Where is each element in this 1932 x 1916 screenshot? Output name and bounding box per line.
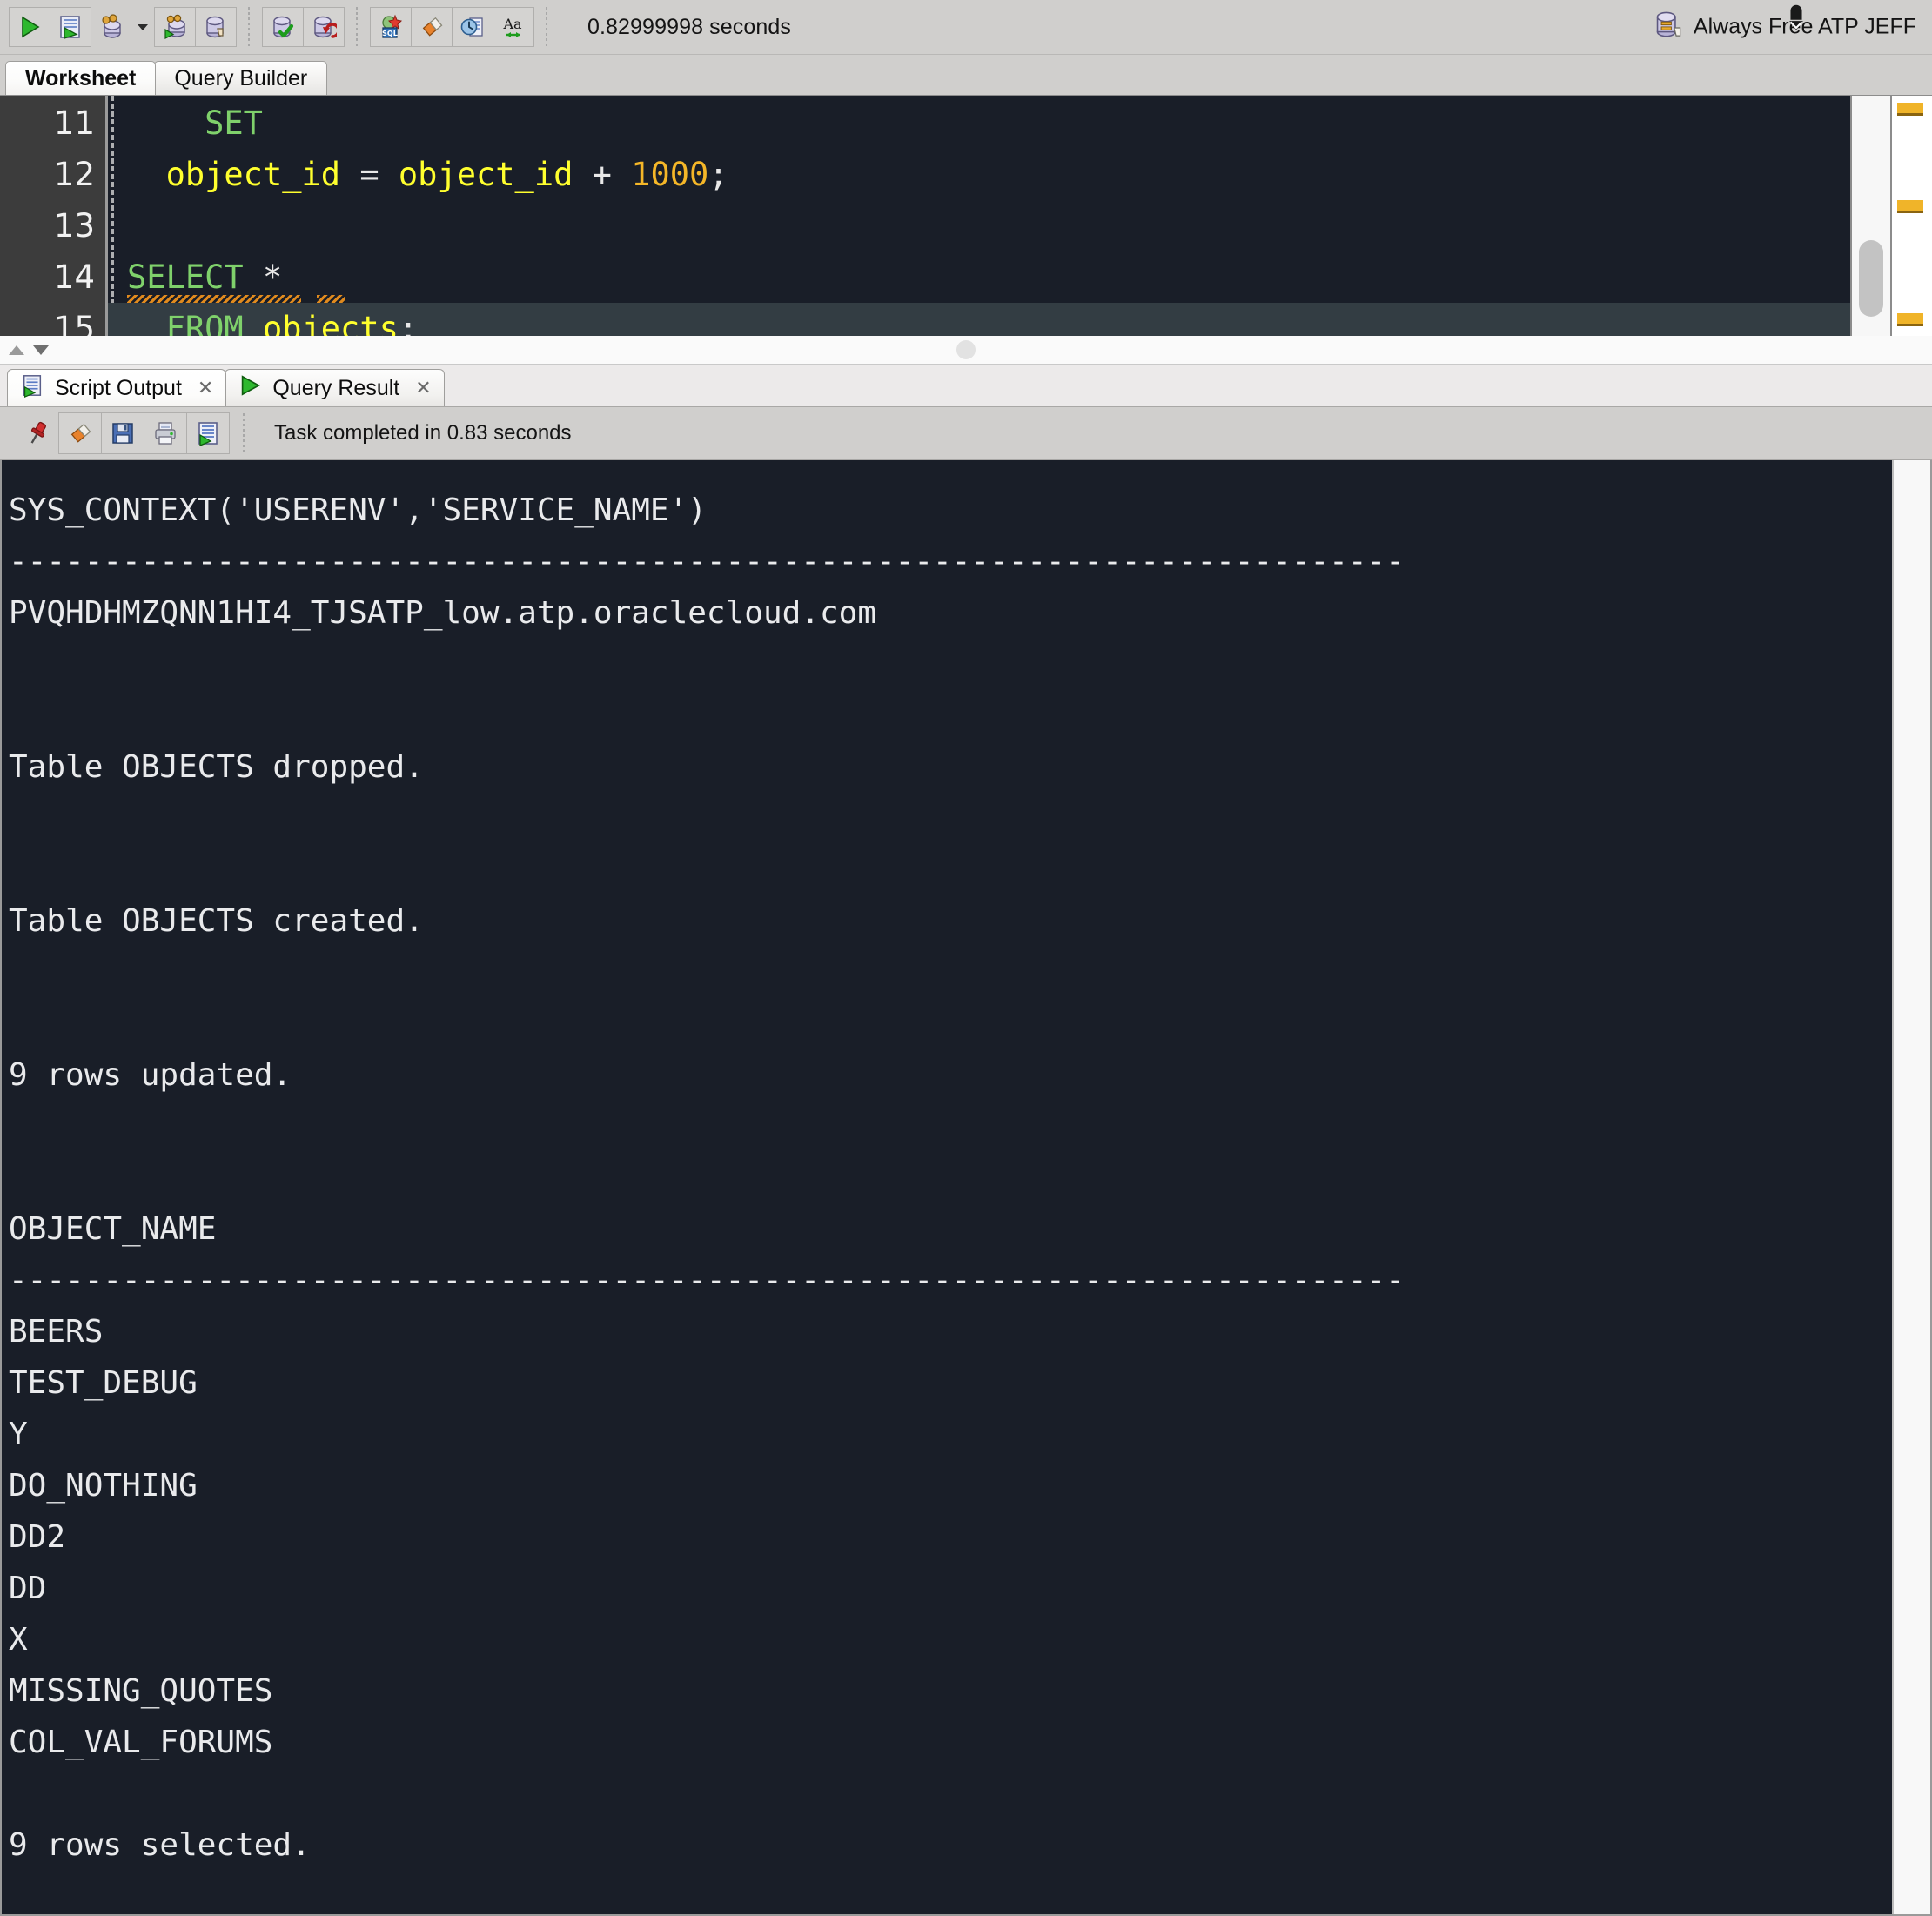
mouse-pointer-icon	[1784, 4, 1808, 40]
run-script-button[interactable]	[50, 7, 91, 47]
autotrace-button[interactable]	[91, 7, 132, 47]
syntax-warning-squiggle	[127, 295, 301, 303]
clear-button[interactable]	[411, 7, 453, 47]
splitter-handle[interactable]	[956, 340, 976, 359]
line-number: 11	[53, 104, 95, 142]
sql-history-button[interactable]	[195, 7, 237, 47]
toolbar-separator	[356, 7, 358, 47]
code-line[interactable]: object_id = object_id + 1000;	[108, 149, 1850, 200]
output-toolbar: Task completed in 0.83 seconds	[0, 406, 1932, 460]
code-line[interactable]: SET	[108, 97, 1850, 149]
green-play-icon	[238, 373, 262, 404]
svg-text:SQL: SQL	[382, 30, 398, 37]
code-token: object_id	[165, 156, 341, 193]
script-output-panel: SYS_CONTEXT('USERENV','SERVICE_NAME') --…	[0, 460, 1932, 1916]
code-token: objects	[262, 310, 399, 336]
close-icon[interactable]: ✕	[198, 377, 213, 399]
code-token: object_id	[398, 156, 574, 193]
commit-button[interactable]	[262, 7, 304, 47]
console-vertical-scrollbar[interactable]	[1892, 460, 1930, 1914]
code-area[interactable]: SET object_id = object_id + 1000; SELECT …	[108, 96, 1850, 336]
collapse-down-icon[interactable]	[33, 345, 49, 355]
toolbar-separator	[243, 413, 245, 453]
tab-query-builder-label: Query Builder	[174, 65, 308, 90]
code-line[interactable]	[108, 200, 1850, 251]
connection-indicator[interactable]: Always Free ATP JEFF	[1654, 4, 1916, 45]
editor-vertical-scrollbar[interactable]	[1850, 96, 1890, 336]
code-token: 1000	[631, 156, 709, 193]
close-icon[interactable]: ✕	[415, 377, 431, 399]
script-output-text[interactable]: SYS_CONTEXT('USERENV','SERVICE_NAME') --…	[2, 460, 1892, 1914]
unshared-sql-worksheet-button[interactable]: SQL	[370, 7, 412, 47]
code-token: SELECT	[127, 258, 244, 296]
toolbar-separator	[546, 7, 547, 47]
editor-warning-marker[interactable]	[1897, 200, 1923, 213]
tab-worksheet-label: Worksheet	[25, 65, 137, 90]
open-in-editor-button[interactable]	[186, 412, 230, 454]
editor-scrollbar-thumb[interactable]	[1859, 240, 1883, 317]
worksheet-toolbar: SQL Aa 0.82999998 seconds Always Free AT…	[0, 0, 1932, 55]
run-statement-button[interactable]	[9, 7, 50, 47]
explain-plan-button[interactable]	[154, 7, 196, 47]
code-token: ;	[398, 310, 419, 336]
code-line[interactable]: SELECT *	[108, 251, 1850, 303]
schedule-button[interactable]	[452, 7, 493, 47]
sqldeveloper-worksheet-window: SQL Aa 0.82999998 seconds Always Free AT…	[0, 0, 1932, 1916]
utility-group: SQL Aa	[370, 7, 534, 47]
rollback-button[interactable]	[303, 7, 345, 47]
line-number: 13	[53, 207, 95, 245]
editor-warning-marker[interactable]	[1897, 103, 1923, 116]
line-number: 14	[53, 258, 95, 296]
format-button[interactable]: Aa	[493, 7, 534, 47]
clear-output-button[interactable]	[58, 412, 102, 454]
output-tabstrip: Script Output ✕ Query Result ✕	[0, 365, 1932, 406]
toolbar-separator	[248, 7, 250, 47]
execution-time-label: 0.82999998 seconds	[587, 14, 791, 39]
database-connection-icon	[1654, 10, 1683, 45]
tab-query-builder[interactable]: Query Builder	[154, 61, 328, 95]
task-status-label: Task completed in 0.83 seconds	[274, 421, 572, 445]
chevron-down-icon[interactable]	[131, 8, 154, 46]
code-line[interactable]: FROM objects;	[108, 303, 1850, 336]
run-group	[9, 7, 237, 47]
line-number: 12	[53, 156, 95, 193]
collapse-up-icon[interactable]	[9, 345, 24, 355]
editor-warning-marker[interactable]	[1897, 313, 1923, 326]
script-output-icon	[20, 373, 44, 404]
sql-editor[interactable]: 11 12 13 14 15 SET object_id = object_id + 1…	[0, 95, 1932, 347]
code-token: =	[359, 156, 379, 193]
tab-worksheet[interactable]: Worksheet	[5, 61, 157, 95]
pin-button[interactable]	[16, 412, 59, 454]
tab-script-output-label: Script Output	[55, 375, 182, 400]
tab-script-output[interactable]: Script Output ✕	[7, 369, 227, 406]
print-output-button[interactable]	[144, 412, 187, 454]
editor-output-splitter[interactable]	[0, 336, 1932, 365]
syntax-warning-squiggle	[317, 295, 345, 303]
tab-query-result[interactable]: Query Result ✕	[225, 369, 445, 406]
svg-text:Aa: Aa	[502, 16, 522, 32]
splitter-collapse-arrows[interactable]	[0, 345, 49, 355]
code-token: FROM	[165, 310, 244, 336]
code-token: *	[262, 258, 283, 296]
save-output-button[interactable]	[101, 412, 144, 454]
line-number-gutter: 11 12 13 14 15	[0, 96, 108, 347]
code-token: +	[592, 156, 612, 193]
transaction-group	[262, 7, 345, 47]
editor-marker-bar[interactable]	[1890, 96, 1932, 336]
code-token: SET	[205, 104, 263, 142]
code-token: ;	[708, 156, 728, 193]
worksheet-tabstrip: Worksheet Query Builder	[0, 55, 1932, 95]
tab-query-result-label: Query Result	[272, 375, 400, 400]
